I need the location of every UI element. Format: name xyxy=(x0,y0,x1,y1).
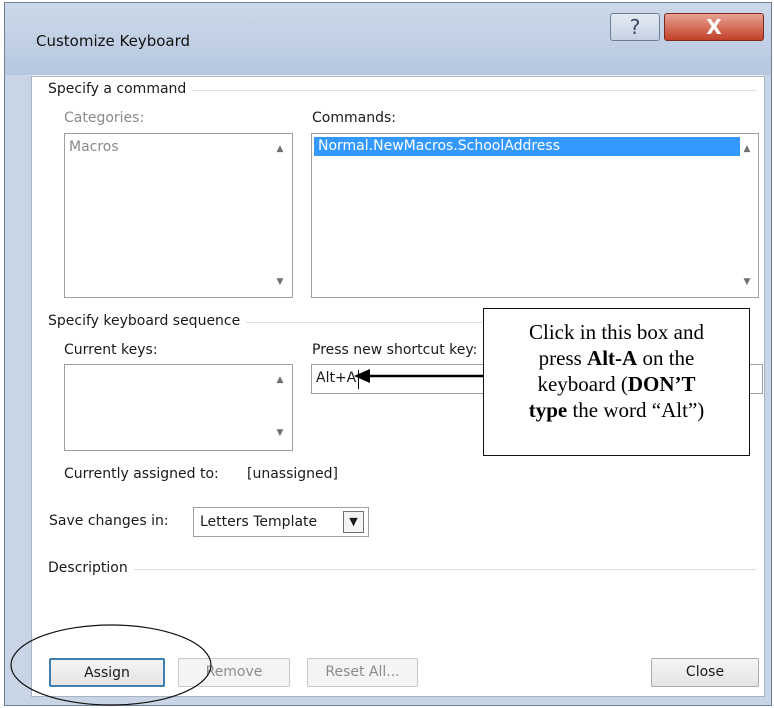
group-label-specify-command: Specify a command xyxy=(48,81,193,97)
group-label-description: Description xyxy=(48,560,134,576)
instruction-callout: Click in this box and press Alt-A on the… xyxy=(483,308,750,456)
scroll-down-icon[interactable]: ▼ xyxy=(740,277,754,289)
list-item-macros[interactable]: Macros xyxy=(69,139,119,155)
scroll-down-icon[interactable]: ▼ xyxy=(273,277,287,289)
callout-line-3: keyboard (DON’T xyxy=(537,372,696,396)
window-border-right xyxy=(765,75,771,697)
group-label-keyboard-sequence: Specify keyboard sequence xyxy=(48,313,247,329)
callout-arrow xyxy=(354,369,487,383)
group-divider-description xyxy=(48,569,756,570)
categories-listbox[interactable]: Macros ▲ ▼ xyxy=(64,133,293,298)
save-changes-value: Letters Template xyxy=(200,514,318,530)
current-keys-listbox[interactable]: ▲ ▼ xyxy=(64,364,293,451)
chevron-down-icon[interactable]: ▼ xyxy=(343,511,364,533)
dialog-title: Customize Keyboard xyxy=(36,32,191,50)
callout-line-2: press Alt-A on the xyxy=(538,346,695,370)
window-close-button[interactable]: X xyxy=(664,13,764,41)
current-keys-label: Current keys: xyxy=(64,342,158,358)
commands-listbox[interactable]: Normal.NewMacros.SchoolAddress ▲ ▼ xyxy=(311,133,759,298)
scroll-up-icon[interactable]: ▲ xyxy=(273,144,287,156)
callout-line-1: Click in this box and xyxy=(529,320,704,344)
scroll-up-icon[interactable]: ▲ xyxy=(273,375,287,387)
callout-line-4: type the word “Alt”) xyxy=(528,398,705,422)
categories-label: Categories: xyxy=(64,110,145,126)
reset-all-button[interactable]: Reset All... xyxy=(307,658,418,687)
assign-highlight-ellipse xyxy=(10,624,212,706)
scroll-up-icon[interactable]: ▲ xyxy=(740,144,754,156)
save-changes-dropdown[interactable]: Letters Template ▼ xyxy=(193,507,369,537)
list-item-selected-command[interactable]: Normal.NewMacros.SchoolAddress xyxy=(314,137,740,156)
new-shortcut-label: Press new shortcut key: xyxy=(312,342,478,358)
window-border-left xyxy=(5,75,31,697)
save-changes-label: Save changes in: xyxy=(49,513,169,529)
help-icon: ? xyxy=(629,15,641,39)
currently-assigned-value: [unassigned] xyxy=(247,466,338,482)
close-button[interactable]: Close xyxy=(651,658,759,687)
commands-label: Commands: xyxy=(312,110,396,126)
help-button[interactable]: ? xyxy=(610,13,660,41)
close-icon: X xyxy=(706,15,722,39)
scroll-down-icon[interactable]: ▼ xyxy=(273,428,287,440)
currently-assigned-label: Currently assigned to: xyxy=(64,466,219,482)
